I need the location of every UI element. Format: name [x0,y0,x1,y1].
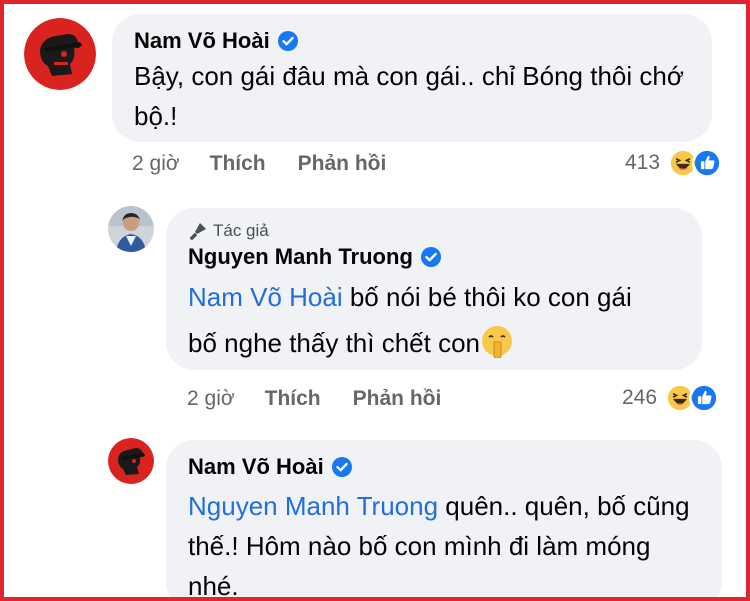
comment-text: Nam Võ Hoài bố nói bé thôi ko con gái bố… [188,274,658,366]
reaction-count: 413 [625,151,661,174]
avatar[interactable] [24,18,96,90]
comment-text: Nguyen Manh Truong quên.. quên, bố cũng … [188,486,708,597]
like-button[interactable]: Thích [265,387,321,411]
shushing-face-icon [480,324,514,358]
comment-actions: 2 giờ Thích Phản hồi [132,152,418,176]
comment-author[interactable]: Nam Võ Hoài [134,28,270,54]
reaction-summary[interactable]: 246 [622,383,720,413]
like-button[interactable]: Thích [210,152,266,176]
avatar-nam-image [24,18,96,90]
microphone-icon [189,223,206,241]
comment-time[interactable]: 2 giờ [132,152,180,176]
comment-author[interactable]: Nguyen Manh Truong [188,244,413,270]
verified-badge-icon [277,30,299,52]
like-icon [689,383,720,413]
comment-time[interactable]: 2 giờ [187,387,235,411]
avatar[interactable] [108,438,154,484]
comment-bubble: Nam Võ Hoài Nguyen Manh Truong quên.. qu… [166,440,722,597]
like-icon [692,148,723,178]
author-badge: Tác giả [188,221,680,241]
avatar-nam-image [108,438,154,484]
reaction-count: 246 [622,386,658,409]
reply-button[interactable]: Phản hồi [298,152,387,176]
comment-text: Bậy, con gái đâu mà con gái.. chỉ Bóng t… [134,61,684,131]
comment-bubble: Nam Võ Hoài Bậy, con gái đâu mà con gái.… [112,14,712,142]
verified-badge-icon [331,456,353,478]
comment-actions: 2 giờ Thích Phản hồi [187,387,473,411]
comment-author[interactable]: Nam Võ Hoài [188,454,324,480]
screenshot-frame: Nam Võ Hoài Bậy, con gái đâu mà con gái.… [0,0,750,601]
mention-link[interactable]: Nguyen Manh Truong [188,491,438,521]
author-badge-label: Tác giả [213,221,269,240]
reply-button[interactable]: Phản hồi [353,387,442,411]
mention-link[interactable]: Nam Võ Hoài [188,282,343,312]
comment-bubble: Tác giả Nguyen Manh Truong Nam Võ Hoài b… [166,208,702,370]
reaction-summary[interactable]: 413 [625,148,723,178]
avatar[interactable] [108,206,154,252]
verified-badge-icon [420,246,442,268]
avatar-nguyen-image [108,206,154,252]
